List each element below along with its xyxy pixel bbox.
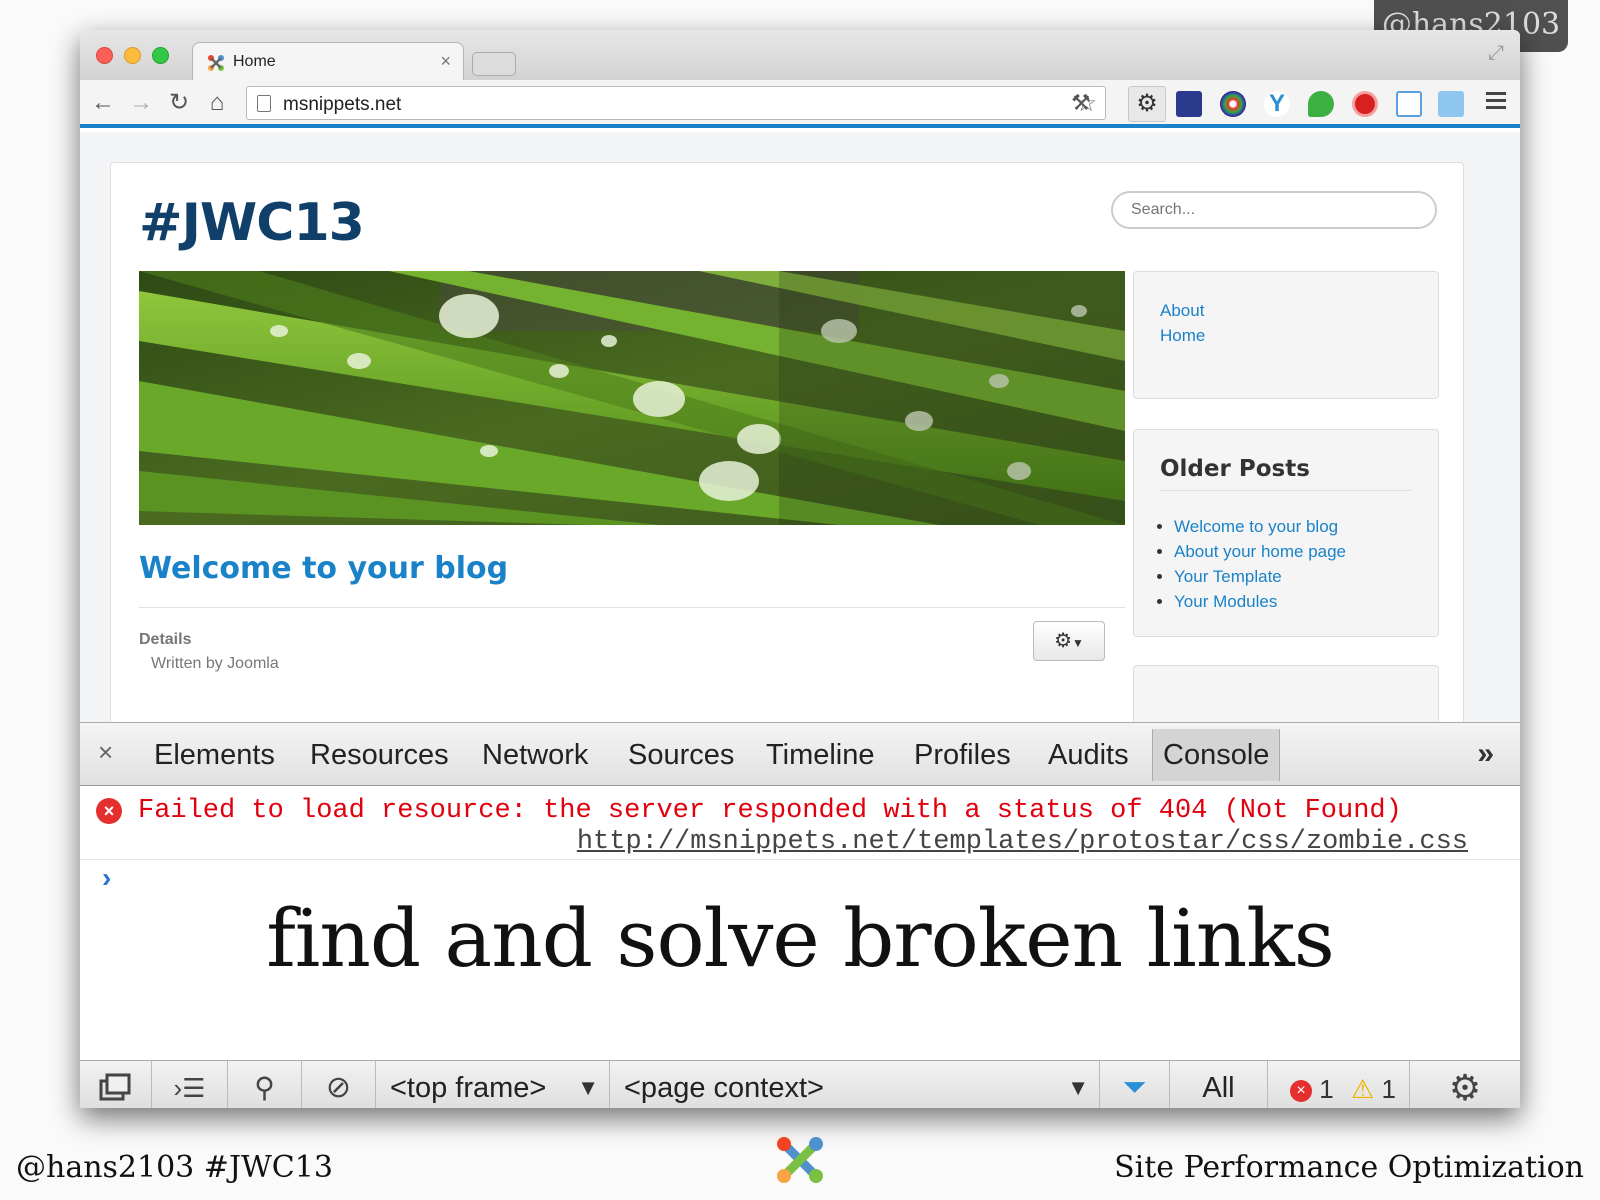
chevron-down-icon: ▼ <box>577 1075 599 1100</box>
extension-folder-icon[interactable] <box>1438 91 1464 117</box>
older-post-link[interactable]: Your Modules <box>1174 589 1346 614</box>
filter-all-button[interactable]: All <box>1170 1061 1268 1108</box>
search-input[interactable] <box>1111 191 1437 229</box>
dock-side-icon[interactable] <box>80 1061 152 1108</box>
details-author: Written by Joomla <box>151 655 279 672</box>
tab-timeline[interactable]: Timeline <box>766 739 875 772</box>
menu-hamburger-icon[interactable] <box>1486 92 1506 112</box>
web-page: #JWC13 Search... Welcome to your blog De… <box>80 132 1520 722</box>
window-close-button[interactable] <box>96 47 113 64</box>
older-post-link[interactable]: Welcome to your blog <box>1174 514 1346 539</box>
older-post-link[interactable]: Your Template <box>1174 564 1346 589</box>
details-label: Details <box>139 631 192 648</box>
back-arrow-icon[interactable]: ← <box>88 88 118 118</box>
settings-gear-icon[interactable]: ⚙ <box>1410 1061 1520 1108</box>
menu-link-about[interactable]: About <box>1160 298 1412 323</box>
filter-icon[interactable]: ⏷ <box>1100 1061 1170 1108</box>
tab-audits[interactable]: Audits <box>1048 739 1129 772</box>
hero-image-grass-dew <box>139 271 1125 525</box>
divider <box>1160 490 1412 491</box>
extension-y-icon[interactable]: Y <box>1264 91 1290 117</box>
gear-icon: ⚙ <box>1136 90 1158 117</box>
sidebar-module <box>1133 665 1439 722</box>
warning-count: 1 <box>1381 1074 1396 1104</box>
slide-footer-handle: @hans2103 #JWC13 <box>16 1150 333 1185</box>
browser-toolbar: ← → ↻ ⌂ msnippets.net ☆ ⚒ ⚙ Y <box>80 80 1520 128</box>
window-zoom-button[interactable] <box>152 47 169 64</box>
error-message: Failed to load resource: the server resp… <box>138 796 1402 826</box>
wrench-icon[interactable]: ⚒ <box>1066 88 1096 118</box>
devtools-close-icon[interactable]: × <box>98 737 113 768</box>
browser-window: Home × ⤢ ← → ↻ ⌂ msnippets.net ☆ ⚒ ⚙ Y #… <box>80 30 1520 1108</box>
fullscreen-icon[interactable]: ⤢ <box>1488 42 1504 65</box>
divider <box>139 607 1125 608</box>
extension-tag-icon[interactable] <box>1396 91 1422 117</box>
chevron-down-icon: ▼ <box>1067 1075 1089 1100</box>
error-icon: × <box>96 798 122 824</box>
console-error-row: × Failed to load resource: the server re… <box>80 786 1520 860</box>
menu-link-home[interactable]: Home <box>1160 323 1412 348</box>
tab-profiles[interactable]: Profiles <box>914 739 1011 772</box>
search-icon[interactable]: ⚲ <box>228 1061 302 1108</box>
extension-leaf-icon[interactable] <box>1308 91 1334 117</box>
error-count-icon: × <box>1290 1080 1312 1103</box>
slide-footer-title: Site Performance Optimization <box>1114 1150 1584 1185</box>
slide-caption: find and solve broken links <box>266 892 1335 985</box>
dock-icon <box>99 1073 130 1101</box>
more-tabs-icon[interactable]: » <box>1477 737 1494 771</box>
tab-console[interactable]: Console <box>1152 729 1281 781</box>
site-title[interactable]: #JWC13 <box>139 193 365 253</box>
error-warning-counts[interactable]: × 1 ⚠ 1 <box>1268 1061 1410 1108</box>
extension-color-icon[interactable] <box>1220 91 1246 117</box>
older-posts-list: Welcome to your blog About your home pag… <box>1174 514 1346 614</box>
new-tab-button[interactable] <box>472 52 516 76</box>
extension-stop-icon[interactable] <box>1352 91 1378 117</box>
error-source-link[interactable]: http://msnippets.net/templates/protostar… <box>577 827 1468 857</box>
gear-icon: ⚙ <box>1054 630 1073 652</box>
devtools-panel: × Elements Resources Network Sources Tim… <box>80 722 1520 1108</box>
console-prompt-icon[interactable]: › <box>102 862 111 894</box>
grass-dewdrops-image <box>139 271 1125 525</box>
clear-console-icon[interactable]: ⊘ <box>302 1061 376 1108</box>
older-post-link[interactable]: About your home page <box>1174 539 1346 564</box>
page-icon <box>257 95 271 112</box>
drawer-toggle-icon[interactable]: ›☰ <box>152 1061 228 1108</box>
error-count: 1 <box>1319 1074 1334 1104</box>
tab-elements[interactable]: Elements <box>154 739 275 772</box>
home-icon[interactable]: ⌂ <box>202 88 232 118</box>
article-title-link[interactable]: Welcome to your blog <box>139 551 508 586</box>
tab-close-icon[interactable]: × <box>440 51 451 72</box>
tab-title: Home <box>233 53 276 70</box>
frame-select-value: <top frame> <box>390 1072 547 1104</box>
console-status-bar: ›☰ ⚲ ⊘ <top frame> ▼ <page context> ▼ ⏷ … <box>80 1060 1520 1108</box>
devtools-tab-bar: × Elements Resources Network Sources Tim… <box>80 722 1520 786</box>
caret-down-icon: ▼ <box>1072 636 1084 650</box>
tab-sources[interactable]: Sources <box>628 739 734 772</box>
extension-chart-icon[interactable] <box>1176 91 1202 117</box>
window-minimize-button[interactable] <box>124 47 141 64</box>
joomla-favicon-icon <box>208 55 224 71</box>
tab-resources[interactable]: Resources <box>310 739 449 772</box>
context-select[interactable]: <page context> ▼ <box>610 1061 1100 1108</box>
gear-extension-button[interactable]: ⚙ <box>1128 86 1166 122</box>
forward-arrow-icon[interactable]: → <box>126 88 156 118</box>
reload-icon[interactable]: ↻ <box>164 88 194 118</box>
older-posts-heading: Older Posts <box>1160 456 1310 482</box>
article-options-button[interactable]: ⚙▼ <box>1033 621 1105 661</box>
tab-strip: Home × ⤢ <box>80 30 1520 82</box>
address-url: msnippets.net <box>283 94 402 115</box>
page-container: #JWC13 Search... Welcome to your blog De… <box>110 162 1464 722</box>
joomla-logo-icon <box>777 1137 823 1183</box>
frame-select[interactable]: <top frame> ▼ <box>376 1061 610 1108</box>
menu-module: About Home <box>1133 271 1439 399</box>
context-select-value: <page context> <box>624 1072 824 1104</box>
tab-network[interactable]: Network <box>482 739 588 772</box>
warning-icon: ⚠ <box>1350 1074 1375 1104</box>
address-bar[interactable]: msnippets.net ☆ <box>246 86 1106 120</box>
browser-tab-home[interactable]: Home × <box>192 42 464 82</box>
older-posts-module: Older Posts Welcome to your blog About y… <box>1133 429 1439 637</box>
